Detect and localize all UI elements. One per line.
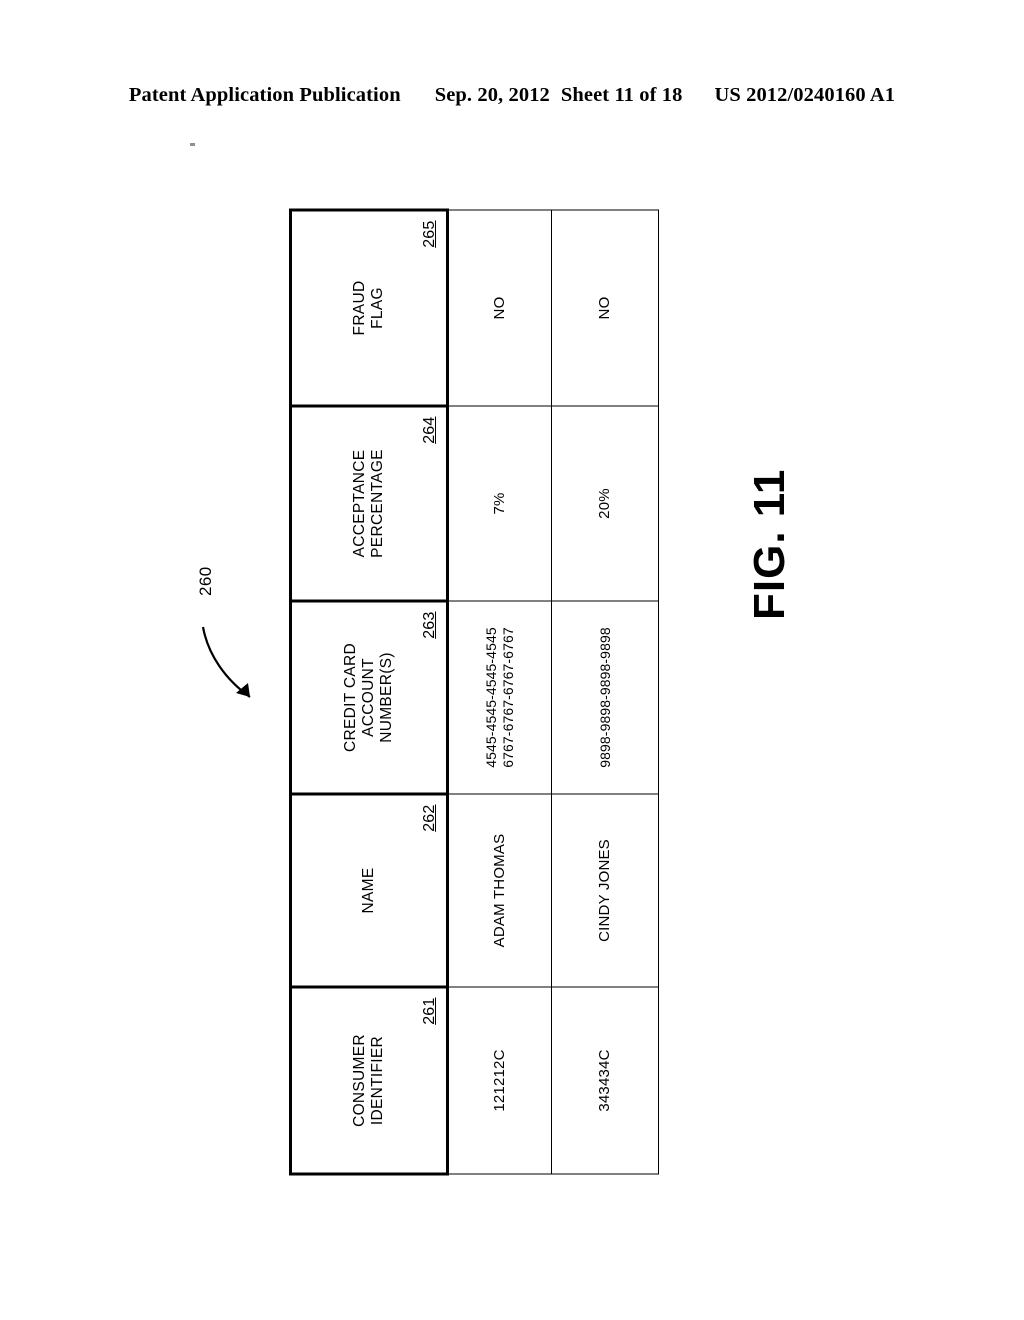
column-header-fraud-flag: FRAUD FLAG 265 xyxy=(290,210,448,406)
table-row: 343434C CINDY JONES 9898-9898-9898-9898 xyxy=(551,210,659,1174)
column-header-line: NAME xyxy=(359,867,377,914)
cell-consumer-identifier: 121212C xyxy=(447,987,552,1174)
cell-value: 4545-4545-4545-4545 xyxy=(483,627,500,768)
cell-consumer-identifier: 343434C xyxy=(551,987,659,1174)
column-header-line: CONSUMER xyxy=(350,1034,368,1127)
cell-credit-card-account-numbers: 4545-4545-4545-4545 6767-6767-6767-6767 xyxy=(447,601,552,794)
callout-260-leader-line xyxy=(201,626,251,698)
cell-value: CINDY JONES xyxy=(596,839,614,942)
column-header-line: NUMBER(S) xyxy=(378,652,396,743)
table-header-row: CONSUMER IDENTIFIER 261 NAME 262 CREDIT … xyxy=(290,210,448,1174)
column-header-consumer-identifier: CONSUMER IDENTIFIER 261 xyxy=(290,987,448,1174)
column-header-line: FRAUD xyxy=(350,280,368,336)
column-header-line: CREDIT CARD xyxy=(341,643,359,752)
cell-value: ADAM THOMAS xyxy=(491,833,509,948)
cell-name: ADAM THOMAS xyxy=(447,794,552,987)
reference-numeral-262: 262 xyxy=(421,804,438,832)
drawing-sheet: 260 CONSUMER IDENTIFIER 261 NAME 262 CRE… xyxy=(0,0,1024,1320)
reference-numeral-261: 261 xyxy=(421,997,438,1025)
reference-numeral-265: 265 xyxy=(421,220,438,248)
cell-acceptance-percentage: 20% xyxy=(551,406,659,601)
consumer-account-table: CONSUMER IDENTIFIER 261 NAME 262 CREDIT … xyxy=(289,209,659,1176)
cell-value: 6767-6767-6767-6767 xyxy=(500,627,516,768)
cell-credit-card-account-numbers: 9898-9898-9898-9898 xyxy=(551,601,659,794)
cell-value: 343434C xyxy=(596,1049,614,1112)
column-header-line: ACCEPTANCE xyxy=(350,449,368,558)
column-header-line: ACCOUNT xyxy=(359,658,377,737)
cell-value: NO xyxy=(596,296,614,320)
cell-value: 9898-9898-9898-9898 xyxy=(596,627,613,768)
figure-label: FIG. 11 xyxy=(745,468,794,620)
column-header-acceptance-percentage: ACCEPTANCE PERCENTAGE 264 xyxy=(290,406,448,601)
column-header-line: IDENTIFIER xyxy=(369,1035,386,1126)
cell-name: CINDY JONES xyxy=(551,794,659,987)
cell-acceptance-percentage: 7% xyxy=(447,406,552,601)
cell-value: 7% xyxy=(491,492,509,515)
scan-speck xyxy=(190,143,195,146)
cell-fraud-flag: NO xyxy=(551,210,659,406)
column-header-line: PERCENTAGE xyxy=(369,449,386,558)
reference-numeral-263: 263 xyxy=(421,611,438,639)
cell-fraud-flag: NO xyxy=(447,210,552,406)
cell-value: 121212C xyxy=(491,1049,509,1112)
consumer-account-table-wrapper: CONSUMER IDENTIFIER 261 NAME 262 CREDIT … xyxy=(290,210,659,1174)
column-header-credit-card-account-numbers: CREDIT CARD ACCOUNT NUMBER(S) 263 xyxy=(290,601,448,794)
column-header-line: FLAG xyxy=(369,287,386,329)
table-row: 121212C ADAM THOMAS 4545-4545-4545-4545 … xyxy=(447,210,552,1174)
column-header-name: NAME 262 xyxy=(290,794,448,987)
cell-value: NO xyxy=(491,296,509,320)
reference-numeral-264: 264 xyxy=(421,416,438,444)
cell-value: 20% xyxy=(596,488,614,519)
callout-260-label: 260 xyxy=(196,566,215,596)
